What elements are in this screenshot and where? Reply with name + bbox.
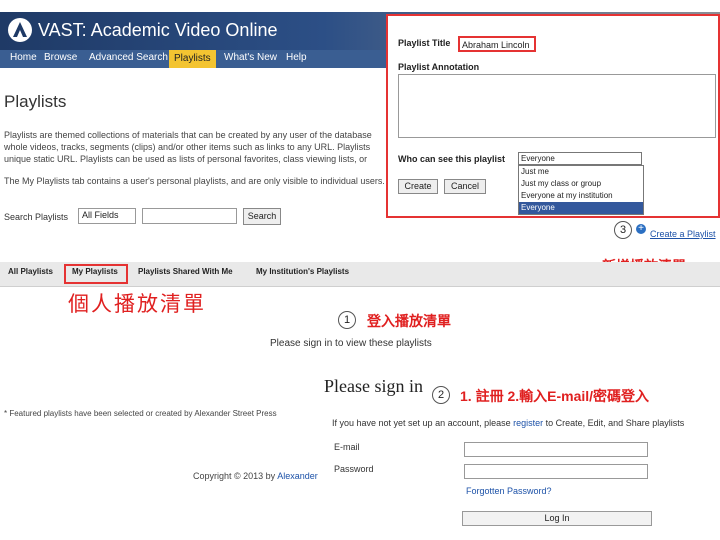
playlist-title-input[interactable]: Abraham Lincoln <box>458 36 536 52</box>
visibility-option-everyone[interactable]: Everyone <box>519 202 643 214</box>
cancel-button[interactable]: Cancel <box>444 179 486 194</box>
create-playlist-link[interactable]: Create a Playlist <box>650 229 716 239</box>
email-input[interactable] <box>464 442 648 457</box>
step-1-badge: 1 <box>338 311 356 329</box>
nav-home[interactable]: Home <box>10 52 37 63</box>
nav-advanced-search[interactable]: Advanced Search <box>89 52 168 63</box>
email-label: E-mail <box>334 442 360 452</box>
nav-help[interactable]: Help <box>286 52 307 63</box>
playlist-title-label: Playlist Title <box>398 38 451 48</box>
register-link[interactable]: register <box>513 418 543 428</box>
copyright: Copyright © 2013 by Alexander Street Pre… <box>193 471 318 481</box>
create-playlist-panel: Playlist Title Abraham Lincoln Playlist … <box>386 14 720 218</box>
app-title: VAST: Academic Video Online <box>38 20 278 40</box>
my-playlists-highlight <box>64 264 128 284</box>
password-label: Password <box>334 464 374 474</box>
forgot-password-link[interactable]: Forgotten Password? <box>466 486 552 496</box>
tab-shared-with-me[interactable]: Playlists Shared With Me <box>138 267 233 276</box>
intro-line-4: The My Playlists tab contains a user's p… <box>4 176 384 186</box>
visibility-select[interactable]: Everyone <box>518 152 642 165</box>
search-label: Search Playlists <box>4 212 69 222</box>
page-title: Playlists <box>4 92 67 111</box>
search-field-select[interactable]: All Fields <box>78 208 136 224</box>
visibility-options: Just me Just my class or group Everyone … <box>518 165 644 215</box>
nav-whats-new[interactable]: What's New <box>224 52 277 63</box>
visibility-option-just-me[interactable]: Just me <box>519 166 643 178</box>
create-button[interactable]: Create <box>398 179 438 194</box>
password-input[interactable] <box>464 464 648 479</box>
annotation-step-2: 1. 註冊 2.輸入E-mail/密碼登入 <box>460 388 650 404</box>
featured-note: * Featured playlists have been selected … <box>4 409 277 418</box>
signin-message[interactable]: Please sign in to view these playlists <box>270 338 432 349</box>
signin-panel: Please sign in 2 1. 註冊 2.輸入E-mail/密碼登入 I… <box>318 370 720 540</box>
signin-title: Please sign in <box>324 376 423 396</box>
login-button[interactable]: Log In <box>462 511 652 526</box>
tab-all-playlists[interactable]: All Playlists <box>8 267 53 276</box>
search-button[interactable]: Search <box>243 208 281 225</box>
playlist-annotation-textarea[interactable] <box>398 74 716 138</box>
nav-browse[interactable]: Browse <box>44 52 77 63</box>
visibility-option-class[interactable]: Just my class or group <box>519 178 643 190</box>
annotation-my-playlists: 個人播放清單 <box>68 293 206 316</box>
signin-desc-prefix: If you have not yet set up an account, p… <box>332 418 514 428</box>
playlist-annotation-label: Playlist Annotation <box>398 62 480 72</box>
visibility-option-institution[interactable]: Everyone at my institution <box>519 190 643 202</box>
intro-line-2: whole videos, tracks, segments (clips) a… <box>4 142 371 152</box>
signin-desc-suffix: to Create, Edit, and Share playlists <box>543 418 685 428</box>
step-2-badge: 2 <box>432 386 450 404</box>
vast-logo-icon[interactable] <box>8 18 32 42</box>
intro-line-1: Playlists are themed collections of mate… <box>4 130 372 140</box>
tab-institution-playlists[interactable]: My Institution's Playlists <box>256 267 349 276</box>
copyright-text: Copyright © 2013 by <box>193 471 278 481</box>
annotation-step-1: 登入播放清單 <box>367 313 451 329</box>
step-3-badge: 3 <box>614 221 632 239</box>
nav-playlists[interactable]: Playlists <box>169 50 216 68</box>
search-input[interactable] <box>142 208 237 224</box>
visibility-label: Who can see this playlist <box>398 154 506 164</box>
plus-icon[interactable]: + <box>636 224 646 234</box>
copyright-link[interactable]: Alexander Street Press <box>277 471 318 481</box>
intro-line-3: unique static URL. Playlists can be used… <box>4 154 368 164</box>
signin-description: If you have not yet set up an account, p… <box>332 418 684 428</box>
